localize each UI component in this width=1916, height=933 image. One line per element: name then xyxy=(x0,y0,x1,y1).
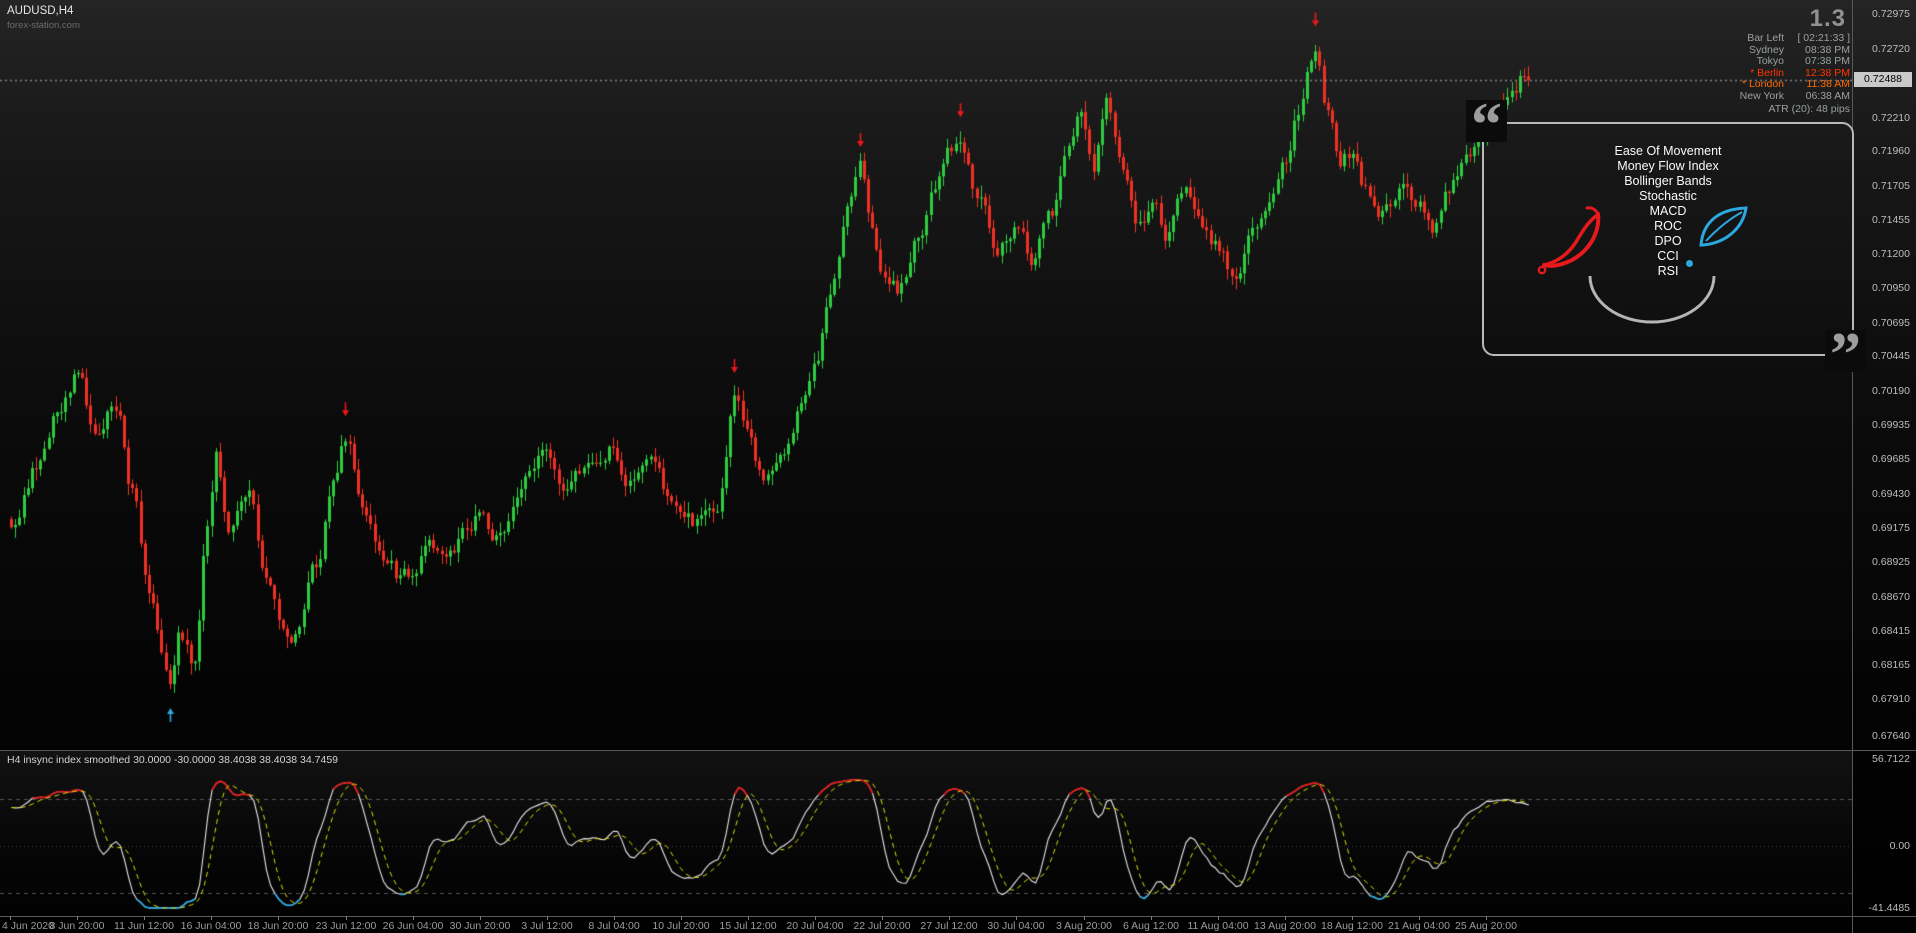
session-name: Bar Left xyxy=(1747,32,1784,44)
price-scale-label: 0.71200 xyxy=(1872,248,1910,261)
time-axis-label: 18 Aug 12:00 xyxy=(1321,920,1383,932)
oscillator-scale-zero: 0.00 xyxy=(1889,840,1910,852)
price-scale-label: 0.69935 xyxy=(1872,419,1910,432)
price-scale-label: 0.72720 xyxy=(1872,42,1910,55)
time-axis-label: 11 Jun 12:00 xyxy=(114,920,174,932)
dot-icon xyxy=(1686,260,1693,267)
time-axis-label: 3 Aug 20:00 xyxy=(1055,920,1113,932)
price-scale-label: 0.69685 xyxy=(1872,453,1910,466)
session-row-bar-left: Bar Left [ 02:21:33 ] xyxy=(1600,32,1850,45)
price-scale-label: 0.67640 xyxy=(1872,730,1910,742)
time-axis-label: 18 Jun 20:00 xyxy=(247,920,309,932)
logo-indicator-name: Ease Of Movement xyxy=(1614,144,1722,158)
session-time: 06:38 AM xyxy=(1805,89,1850,102)
time-axis-label: 13 Aug 20:00 xyxy=(1254,920,1316,932)
price-scale-label: 0.68415 xyxy=(1872,625,1910,638)
price-scale-label: 0.67910 xyxy=(1872,693,1910,706)
session-name: Tokyo xyxy=(1756,55,1784,67)
session-name: New York xyxy=(1739,89,1784,102)
oscillator-canvas[interactable] xyxy=(0,751,1852,916)
current-price-box: 0.72488 xyxy=(1854,72,1912,87)
time-axis-label: 15 Jul 12:00 xyxy=(719,920,777,932)
logo-indicator-name: Money Flow Index xyxy=(1617,159,1719,173)
mt4-chart-window: AUDUSD,H4 forex-station.com 0.72975 0.727… xyxy=(0,0,1916,933)
price-scale-label: 0.72210 xyxy=(1872,111,1910,124)
time-axis-label: 16 Jun 04:00 xyxy=(180,920,242,932)
price-scale-label: 0.69175 xyxy=(1872,522,1910,535)
price-scale-label: 0.70445 xyxy=(1872,350,1910,363)
time-axis-label: 21 Aug 04:00 xyxy=(1388,920,1450,932)
time-axis[interactable]: 4 Jun 2020 8 Jun 20:00 11 Jun 12:00 16 Jun … xyxy=(0,916,1852,933)
session-row-london: * London 11:38 AM xyxy=(1600,78,1850,91)
time-axis-label: 26 Jun 04:00 xyxy=(382,920,444,932)
time-axis-label: 30 Jul 04:00 xyxy=(987,920,1045,932)
time-axis-label: 11 Aug 04:00 xyxy=(1187,920,1249,932)
forex-station-logo-box: “ ” Ease Of Movement Money Flow Index Boll… xyxy=(1466,100,1866,372)
quote-close-icon: ” xyxy=(1825,330,1866,372)
time-axis-label: 8 Jun 20:00 xyxy=(49,920,105,932)
big-number-label: 1.3 xyxy=(1809,5,1846,32)
price-scale-label: 0.71455 xyxy=(1872,213,1910,226)
chili-icon xyxy=(1537,206,1601,275)
logo-indicator-name: Bollinger Bands xyxy=(1624,174,1712,188)
time-axis-label: 23 Jun 12:00 xyxy=(315,920,377,932)
price-scale-label: 0.70190 xyxy=(1872,384,1910,397)
session-name: * London xyxy=(1741,78,1784,90)
atr-label: ATR (20): 48 pips xyxy=(1768,103,1850,115)
session-row-tokyo: Tokyo 07:38 PM xyxy=(1600,55,1850,68)
bowl-icon xyxy=(1588,275,1716,324)
session-time: 11:38 AM xyxy=(1806,78,1850,90)
time-axis-label: 20 Jul 04:00 xyxy=(786,920,844,932)
time-axis-label: 30 Jun 20:00 xyxy=(449,920,511,932)
watermark-site-label: forex-station.com xyxy=(7,20,80,31)
price-scale-label: 0.70950 xyxy=(1872,282,1910,295)
time-axis-label: 22 Jul 20:00 xyxy=(853,920,911,932)
session-time: 07:38 PM xyxy=(1805,55,1850,67)
price-chart-canvas[interactable] xyxy=(0,0,1852,750)
price-scale-label: 0.68925 xyxy=(1872,556,1910,569)
time-axis-label: 3 Jul 12:00 xyxy=(521,920,573,932)
price-scale-label: 0.72975 xyxy=(1872,8,1910,20)
session-row-new-york: New York 06:38 AM xyxy=(1600,89,1850,103)
time-axis-label: 4 Jun 2020 xyxy=(2,920,54,932)
oscillator-title: H4 insync index smoothed 30.0000 -30.000… xyxy=(7,754,339,766)
price-scale-label: 0.68670 xyxy=(1872,590,1910,603)
quote-open-icon: “ xyxy=(1466,100,1507,142)
time-axis-label: 25 Aug 20:00 xyxy=(1455,920,1517,932)
oscillator-scale-max: 56.7122 xyxy=(1872,753,1910,765)
oscillator-scale-min: -41.4485 xyxy=(1868,902,1910,914)
price-scale-label: 0.70695 xyxy=(1872,316,1910,329)
price-scale-label: 0.69430 xyxy=(1872,487,1910,500)
time-axis-label: 6 Aug 12:00 xyxy=(1122,920,1180,932)
time-axis-label: 8 Jul 04:00 xyxy=(588,920,640,932)
time-axis-label: 10 Jul 20:00 xyxy=(652,920,710,932)
time-axis-label: 27 Jul 12:00 xyxy=(920,920,978,932)
price-scale-label: 0.71705 xyxy=(1872,179,1910,192)
session-time: [ 02:21:33 ] xyxy=(1797,32,1850,44)
symbol-period-label: AUDUSD,H4 xyxy=(7,5,74,17)
panel-resize-separator[interactable] xyxy=(0,750,1916,751)
price-scale-label: 0.71960 xyxy=(1872,145,1910,158)
market-sessions-panel: Bar Left[ 02:21:33 ] Sydney 08:38 PM Tokyo 0… xyxy=(1600,32,1850,103)
logo-indicator-name: Stochastic xyxy=(1639,189,1697,203)
price-scale-label: 0.68165 xyxy=(1872,658,1910,671)
leaf-icon xyxy=(1699,206,1748,247)
